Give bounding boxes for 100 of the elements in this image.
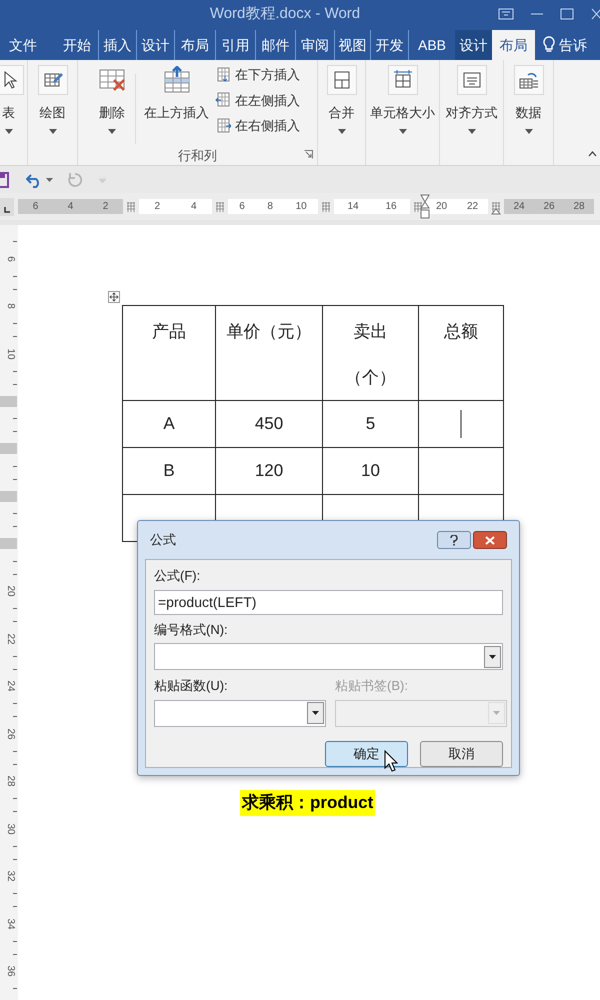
table-cell: A [122,400,216,448]
text-cursor-icon [460,410,462,438]
row-marker[interactable] [0,490,17,502]
caret-icon [48,128,56,134]
caption-text: 求乘积：product [240,790,376,816]
column-marker-icon[interactable] [215,202,225,212]
ruler-number: 20 [5,584,15,598]
ruler-number: 34 [5,917,15,931]
save-icon[interactable] [0,170,10,188]
ruler-number: 10 [5,347,15,361]
ribbon-tab[interactable]: 布局 [492,30,535,60]
ribbon-button[interactable]: 绘图 [34,60,70,138]
close-icon[interactable] [590,8,600,20]
table-header-text: 卖出 [354,321,388,343]
left-tab-icon [4,206,10,212]
ribbon-small-button[interactable]: 在右侧插入 [215,116,300,136]
dialog-title: 公式 [150,531,176,550]
collapse-ribbon-icon[interactable] [588,151,597,157]
ribbon-tab[interactable]: 文件 [0,30,46,60]
ribbon-button[interactable]: 删除 [95,60,129,138]
dialog-button[interactable]: 取消 [420,740,503,766]
ribbon-button[interactable]: 在上方插入 [142,60,211,138]
ruler-number: 26 [543,202,555,212]
table-move-handle-icon[interactable] [108,291,120,303]
table-header-text: 产品 [152,321,186,343]
ruler-number: 28 [573,202,585,212]
formula-field[interactable]: =product(LEFT) [154,590,503,614]
tab-selector[interactable] [0,198,14,216]
caret-icon [108,128,116,134]
ribbon-button[interactable]: 数据 [510,60,546,138]
close-icon [485,536,495,544]
undo-caret-icon[interactable] [46,178,53,182]
column-marker-icon[interactable] [413,202,423,212]
table-header-text: 单价（元） [226,321,312,343]
ribbon-icon [162,66,190,94]
ribbon-small-button[interactable]: 在左侧插入 [215,90,300,110]
row-marker[interactable] [0,538,17,550]
ribbon-tab[interactable]: 设计 [455,30,492,60]
caret-icon [398,128,406,134]
window-title: Word教程.docx - Word [210,4,360,24]
mouse-pointer-icon [384,750,398,772]
ribbon-tab[interactable]: 开始 [56,30,98,60]
row-marker[interactable] [0,443,17,454]
caret-icon [4,128,12,134]
caret-icon [468,128,476,134]
help-button[interactable] [437,531,471,549]
dropdown-field[interactable] [154,700,326,726]
dropdown-arrow-icon [493,711,500,715]
dialog-launcher-icon[interactable] [304,150,313,159]
ruler-number: 6 [5,254,15,264]
close-button[interactable] [473,531,507,549]
table-header-text: （个） [345,367,396,389]
ribbon-display-icon[interactable] [498,8,514,20]
ruler-number: 10 [296,202,307,212]
table-cell: 120 [216,448,322,494]
table-cell: 10 [322,448,418,494]
ruler-number: 26 [5,727,15,741]
table-header-text: 总额 [444,321,478,343]
field-label: 粘贴书签(B): [335,677,409,695]
ruler-number: 24 [513,202,525,212]
ruler-number: 22 [5,632,15,646]
ribbon-button[interactable]: 合并 [324,60,360,138]
ruler-number: 16 [385,202,397,212]
right-indent-icon[interactable] [491,208,501,215]
field-label: 公式(F): [154,567,202,585]
column-marker-icon[interactable] [491,202,501,212]
column-marker-icon[interactable] [126,202,136,212]
dropdown-arrow-icon [489,654,496,658]
ribbon-button[interactable]: 对齐方式 [442,60,500,138]
ruler-number: 8 [267,202,273,212]
field-label: 编号格式(N): [154,620,229,639]
ribbon-button[interactable]: 表 [0,60,26,138]
dialog-button[interactable]: 确定 [325,740,408,766]
table-cell: 450 [216,400,322,448]
ribbon-button[interactable]: 单元格大小 [367,60,438,138]
ruler-number: 2 [102,202,108,212]
ruler-number: 2 [154,202,160,212]
field-label: 粘贴函数(U): [154,677,229,695]
ruler-number: 6 [239,202,245,212]
caret-icon [524,128,532,134]
ruler-number: 30 [5,822,15,836]
ruler-number: 28 [5,774,15,788]
ribbon-small-button[interactable]: 在下方插入 [215,65,300,84]
column-marker-icon[interactable] [321,202,331,212]
ruler-number: 6 [32,202,38,212]
maximize-icon[interactable] [560,8,574,20]
ruler-number: 24 [5,680,15,694]
insert-grid-icon [215,118,231,134]
ruler-number: 22 [466,202,478,212]
dropdown-arrow-icon [312,711,319,715]
tell-me-text[interactable]: 告诉 [559,34,587,56]
row-marker[interactable] [0,396,17,407]
group-label: 行和列 [178,147,217,165]
dropdown-field[interactable] [154,643,503,670]
indent-marker-icon[interactable] [420,194,430,220]
insert-grid-icon [215,66,231,83]
lightbulb-icon [543,36,555,54]
ruler-number: 36 [5,964,15,978]
insert-grid-icon [215,92,231,108]
ruler-number: 4 [190,202,197,212]
